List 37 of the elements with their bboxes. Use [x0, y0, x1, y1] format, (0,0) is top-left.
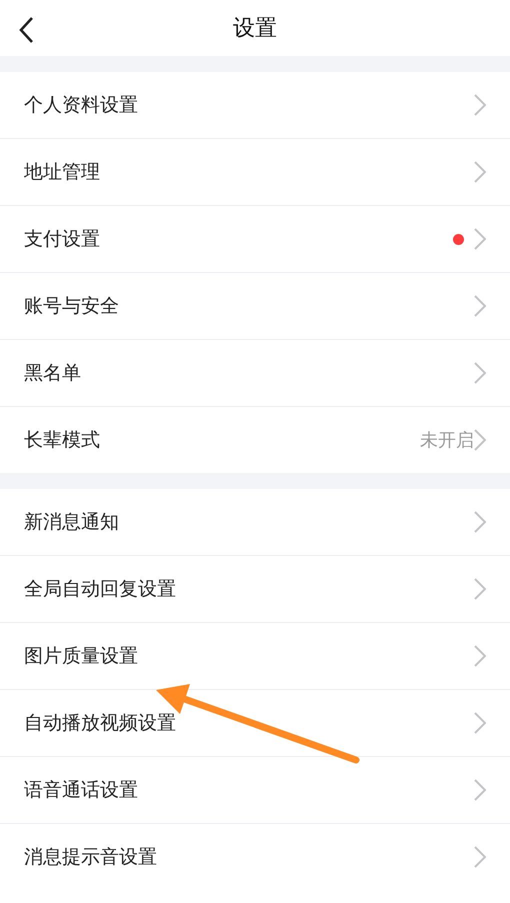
- chevron-right-icon: [474, 712, 486, 734]
- settings-row[interactable]: 语音通话设置: [0, 757, 510, 824]
- settings-row[interactable]: 黑名单: [0, 340, 510, 407]
- row-label: 新消息通知: [24, 510, 119, 535]
- row-label: 自动播放视频设置: [24, 711, 176, 736]
- row-label: 账号与安全: [24, 294, 119, 319]
- settings-row[interactable]: 新消息通知: [0, 489, 510, 556]
- row-label: 黑名单: [24, 361, 81, 386]
- chevron-right-icon: [474, 645, 486, 667]
- row-label: 个人资料设置: [24, 93, 138, 118]
- chevron-right-icon: [474, 94, 486, 116]
- row-label: 语音通话设置: [24, 778, 138, 803]
- chevron-right-icon: [474, 362, 486, 384]
- row-label: 长辈模式: [24, 428, 100, 453]
- settings-row[interactable]: 支付设置: [0, 206, 510, 273]
- settings-row[interactable]: 长辈模式 未开启: [0, 407, 510, 473]
- settings-row[interactable]: 地址管理: [0, 139, 510, 206]
- chevron-right-icon: [474, 228, 486, 250]
- settings-row[interactable]: 消息提示音设置: [0, 824, 510, 890]
- settings-row[interactable]: 全局自动回复设置: [0, 556, 510, 623]
- chevron-right-icon: [474, 161, 486, 183]
- row-label: 支付设置: [24, 227, 100, 252]
- back-icon: [18, 16, 34, 44]
- chevron-right-icon: [474, 779, 486, 801]
- row-label: 消息提示音设置: [24, 845, 157, 870]
- settings-row[interactable]: 账号与安全: [0, 273, 510, 340]
- row-label: 地址管理: [24, 160, 100, 185]
- row-label: 图片质量设置: [24, 644, 138, 669]
- settings-row[interactable]: 个人资料设置: [0, 72, 510, 139]
- row-value: 未开启: [420, 429, 474, 452]
- row-label: 全局自动回复设置: [24, 577, 176, 602]
- page-title: 设置: [233, 15, 277, 43]
- chevron-right-icon: [474, 429, 486, 451]
- chevron-right-icon: [474, 295, 486, 317]
- chevron-right-icon: [474, 846, 486, 868]
- chevron-right-icon: [474, 578, 486, 600]
- chevron-right-icon: [474, 511, 486, 533]
